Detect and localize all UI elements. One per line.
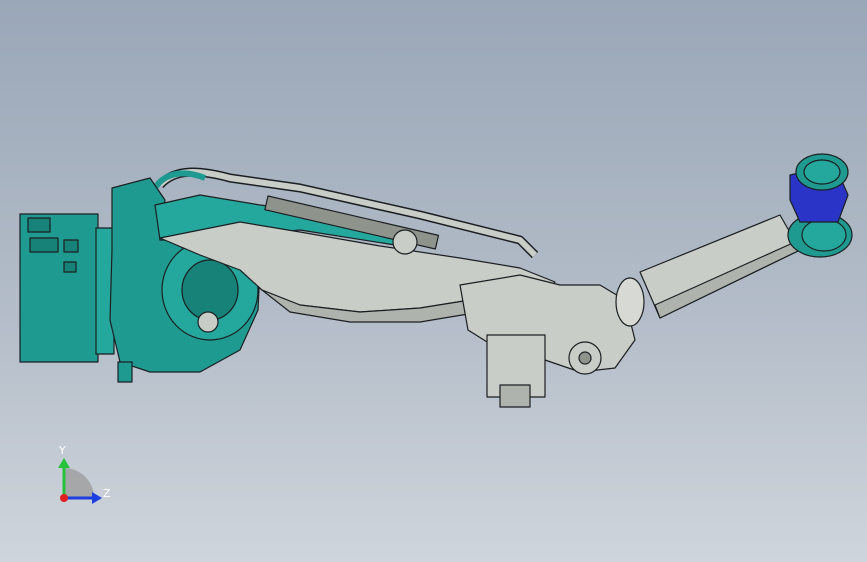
- cad-viewport[interactable]: Y Z: [0, 0, 867, 562]
- z-axis-label: Z: [103, 487, 111, 500]
- base-foot: [117, 361, 133, 383]
- elbow-gear-hub: [578, 351, 592, 365]
- triad-quadrant: [64, 468, 94, 498]
- elbow-housing: [459, 274, 636, 373]
- y-axis-arrow: [58, 458, 70, 468]
- coordinate-triad: Y Z: [58, 444, 111, 504]
- motor-panel-3: [63, 239, 79, 253]
- upper-pivot: [392, 229, 418, 255]
- motor-panel-2: [29, 237, 59, 253]
- robot-arm-model[interactable]: [19, 153, 853, 408]
- y-axis-label: Y: [58, 444, 66, 457]
- x-axis-dot: [60, 494, 68, 502]
- elbow-flange: [615, 277, 645, 327]
- shoulder-bolt: [197, 311, 219, 333]
- wrist-face: [801, 218, 847, 252]
- motor-panel-1: [27, 217, 51, 233]
- elbow-motor-cap: [499, 384, 531, 408]
- shoulder-hub: [181, 259, 239, 321]
- base-motor-box: [19, 213, 99, 363]
- z-axis-arrow: [92, 492, 102, 504]
- motor-panel-4: [63, 261, 77, 273]
- wrist-top-inner: [803, 159, 841, 185]
